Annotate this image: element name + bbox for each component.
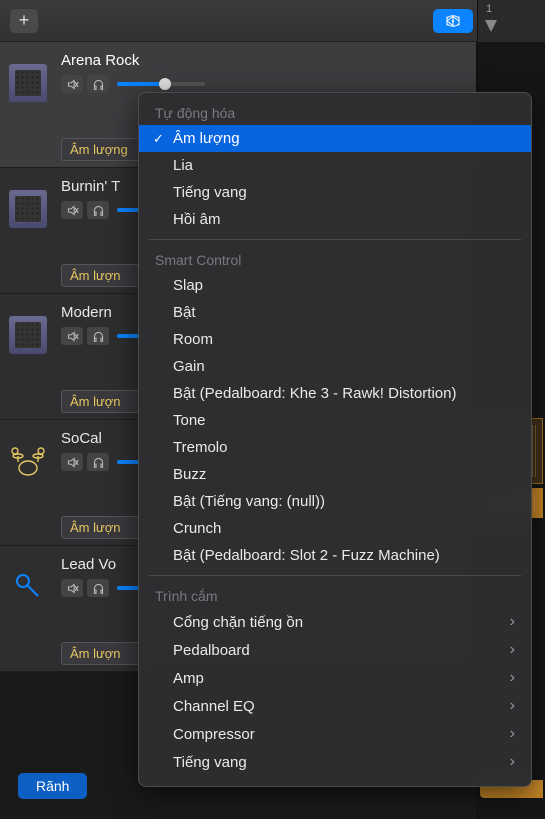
popup-item[interactable]: Hồi âm — [139, 206, 531, 233]
automation-selector[interactable]: Âm lượn — [61, 516, 141, 539]
popup-item[interactable]: Bật — [139, 299, 531, 326]
toolbar: + 1 — [0, 0, 545, 42]
add-track-button[interactable]: + — [10, 9, 38, 33]
mute-button[interactable] — [61, 453, 83, 471]
mute-icon — [66, 456, 79, 469]
headphones-icon — [92, 456, 105, 469]
headphones-icon — [92, 204, 105, 217]
chevron-right-icon: › — [510, 641, 515, 659]
headphones-icon — [92, 78, 105, 91]
solo-button[interactable] — [87, 579, 109, 597]
popup-item[interactable]: Amp› — [139, 664, 531, 692]
popup-item[interactable]: Tiếng vang — [139, 179, 531, 206]
popup-item[interactable]: Crunch — [139, 515, 531, 542]
amp-icon — [9, 190, 47, 228]
popup-section-title: Trình cắm — [139, 582, 531, 608]
amp-icon — [9, 316, 47, 354]
mute-button[interactable] — [61, 579, 83, 597]
popup-item[interactable]: Room — [139, 326, 531, 353]
solo-button[interactable] — [87, 327, 109, 345]
popup-item[interactable]: Bật (Tiếng vang: (null)) — [139, 488, 531, 515]
popup-item[interactable]: Âm lượng — [139, 125, 531, 152]
cycle-button[interactable] — [433, 9, 473, 33]
popup-item[interactable]: Tone — [139, 407, 531, 434]
popup-item[interactable]: Lia — [139, 152, 531, 179]
headphones-icon — [92, 330, 105, 343]
popup-item[interactable]: Pedalboard› — [139, 636, 531, 664]
popup-item[interactable]: Buzz — [139, 461, 531, 488]
mute-button[interactable] — [61, 327, 83, 345]
mute-icon — [66, 204, 79, 217]
popup-item[interactable]: Bật (Pedalboard: Khe 3 - Rawk! Distortio… — [139, 380, 531, 407]
automation-selector[interactable]: Âm lượng — [61, 138, 141, 161]
mute-button[interactable] — [61, 75, 83, 93]
popup-item[interactable]: Tremolo — [139, 434, 531, 461]
headphones-icon — [92, 582, 105, 595]
chevron-right-icon: › — [510, 753, 515, 771]
popup-item[interactable]: Bật (Pedalboard: Slot 2 - Fuzz Machine) — [139, 542, 531, 569]
chevron-right-icon: › — [510, 613, 515, 631]
tracks-button[interactable]: Rãnh — [18, 773, 87, 799]
automation-selector[interactable]: Âm lượn — [61, 642, 141, 665]
popup-item[interactable]: Gain — [139, 353, 531, 380]
chevron-right-icon: › — [510, 669, 515, 687]
mute-icon — [66, 330, 79, 343]
microphone-icon — [9, 568, 47, 606]
automation-popup: Tự động hóa Âm lượng Lia Tiếng vang Hồi … — [138, 92, 532, 787]
mute-button[interactable] — [61, 201, 83, 219]
popup-section-title: Smart Control — [139, 246, 531, 272]
plus-icon: + — [19, 10, 30, 31]
volume-slider[interactable] — [117, 82, 205, 86]
popup-item[interactable]: Cổng chặn tiếng ồn› — [139, 608, 531, 636]
popup-item[interactable]: Channel EQ› — [139, 692, 531, 720]
solo-button[interactable] — [87, 201, 109, 219]
ruler-tick-label: 1 — [486, 3, 492, 15]
playhead-icon[interactable] — [485, 20, 497, 32]
mute-icon — [66, 78, 79, 91]
automation-selector[interactable]: Âm lượn — [61, 264, 141, 287]
ruler[interactable]: 1 — [477, 0, 545, 42]
track-title: Arena Rock — [61, 52, 466, 69]
solo-button[interactable] — [87, 453, 109, 471]
automation-selector[interactable]: Âm lượn — [61, 390, 141, 413]
drumkit-icon — [9, 442, 47, 480]
solo-button[interactable] — [87, 75, 109, 93]
amp-icon — [9, 64, 47, 102]
popup-item[interactable]: Compressor› — [139, 720, 531, 748]
chevron-right-icon: › — [510, 697, 515, 715]
popup-item[interactable]: Slap — [139, 272, 531, 299]
popup-section-title: Tự động hóa — [139, 99, 531, 125]
chevron-right-icon: › — [510, 725, 515, 743]
popup-item[interactable]: Tiếng vang› — [139, 748, 531, 776]
cycle-icon — [444, 14, 462, 28]
mute-icon — [66, 582, 79, 595]
